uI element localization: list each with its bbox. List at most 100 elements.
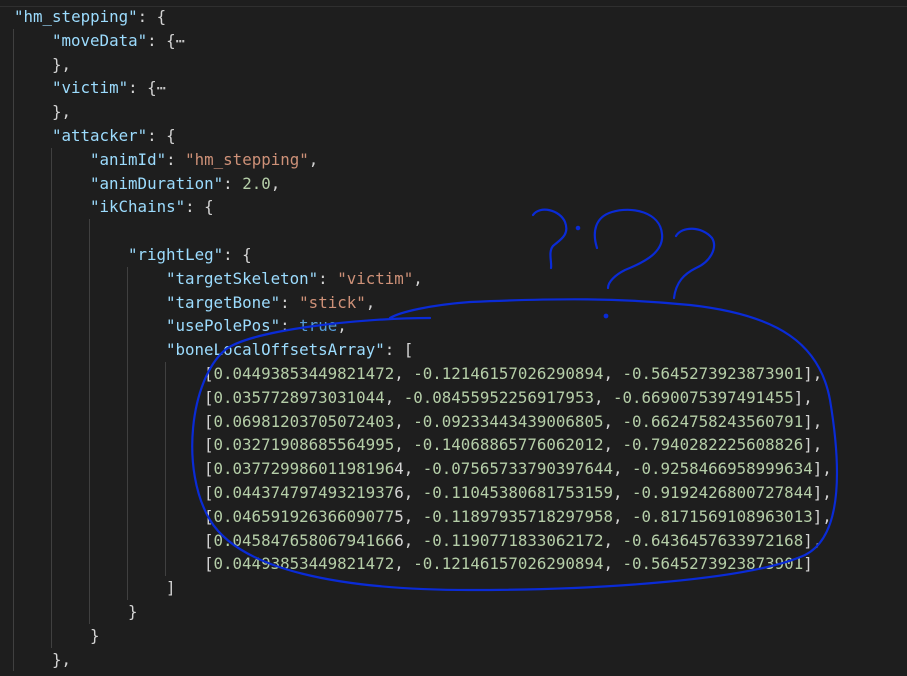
code-token: , (612, 506, 633, 526)
code-token: [ (204, 459, 214, 479)
code-token: : (280, 316, 300, 336)
code-line[interactable]: "attacker": { (0, 123, 907, 148)
code-line[interactable]: "moveData": {⋯ (0, 28, 907, 53)
code-line-content: [0.0357728973031044, -0.0845595225691795… (204, 386, 813, 410)
code-token: 0.06981203705072403 (213, 411, 395, 431)
indent-guide (13, 171, 14, 196)
code-line[interactable]: [0.037729986011981964, -0.07565733790397… (0, 457, 907, 481)
code-token: 0.04437479749321937 (213, 482, 395, 502)
code-token: : [ (384, 340, 414, 360)
code-token: "targetBone" (166, 292, 281, 312)
code-token: 6, (394, 482, 423, 502)
code-token: : { (147, 30, 176, 50)
code-line-content: [0.06981203705072403, -0.092334434390068… (204, 410, 822, 434)
code-token: } (128, 601, 138, 621)
code-line[interactable]: }, (0, 52, 907, 77)
indent-guide (51, 290, 52, 315)
indent-guide (51, 171, 52, 196)
indent-guide (51, 338, 52, 362)
code-token: "targetSkeleton" (166, 268, 319, 288)
code-line[interactable]: "targetSkeleton": "victim", (0, 266, 907, 291)
indent-guide (51, 480, 52, 505)
indent-guide (13, 599, 14, 624)
indent-guide (13, 195, 14, 220)
code-line[interactable]: [0.06981203705072403, -0.092334434390068… (0, 409, 907, 434)
indent-guide (51, 147, 52, 172)
code-line[interactable]: [0.044374797493219376, -0.11045380681753… (0, 480, 907, 505)
indent-guide (89, 219, 90, 243)
code-token: -0.11897935718297958 (422, 506, 613, 526)
code-token: } (90, 625, 100, 645)
indent-guide (89, 504, 90, 529)
indent-guide (13, 28, 14, 53)
code-line[interactable]: [0.04493853449821472, -0.121461570262908… (0, 361, 907, 386)
code-line[interactable]: "targetBone": "stick", (0, 290, 907, 315)
code-token: : (166, 149, 186, 169)
indent-guide (127, 504, 128, 529)
code-line[interactable]: [0.03271908685564995, -0.140688657760620… (0, 433, 907, 458)
code-line-content: }, (52, 53, 71, 77)
code-line-content: "targetSkeleton": "victim", (166, 267, 423, 291)
code-line[interactable] (0, 219, 907, 243)
code-line[interactable]: ] (0, 576, 907, 600)
code-token: [ (204, 530, 214, 550)
code-token: : { (137, 7, 167, 26)
code-token: 2.0 (242, 173, 271, 193)
code-line[interactable]: "animId": "hm_stepping", (0, 147, 907, 172)
code-token: [ (204, 387, 214, 407)
indent-guide (89, 480, 90, 505)
indent-guide (127, 409, 128, 434)
code-line-content: } (90, 624, 100, 648)
code-line[interactable]: [0.046591926366090775, -0.11897935718297… (0, 504, 907, 529)
code-line-content: "usePolePos": true, (166, 314, 347, 338)
code-line[interactable]: "rightLeg": { (0, 242, 907, 267)
code-token: , (394, 435, 414, 455)
code-token: [ (204, 363, 214, 383)
code-line[interactable]: "hm_stepping": { (0, 5, 907, 29)
code-token: , (384, 387, 404, 407)
code-token: -0.14068865776062012 (413, 435, 604, 455)
folded-ellipsis-icon[interactable]: ⋯ (157, 78, 167, 97)
indent-guide (51, 599, 52, 624)
code-token: 4, (394, 459, 423, 479)
code-line[interactable]: }, (0, 100, 907, 124)
code-editor[interactable]: "hm_stepping": {"moveData": {⋯}, "victim"… (0, 0, 907, 676)
code-token: , (394, 411, 414, 431)
code-line[interactable]: "victim": {⋯ (0, 76, 907, 101)
indent-guide (127, 338, 128, 362)
code-token: [ (204, 506, 214, 526)
code-line[interactable]: "boneLocalOffsetsArray": [ (0, 338, 907, 362)
code-line[interactable]: } (0, 623, 907, 648)
code-line[interactable]: [0.04493853449821472, -0.121461570262908… (0, 552, 907, 577)
code-token: : { (147, 125, 176, 145)
code-line[interactable]: [0.0357728973031044, -0.0845595225691795… (0, 385, 907, 410)
code-line[interactable]: [0.045847658067941666, -0.11907718330621… (0, 528, 907, 553)
code-line-content: "victim": {⋯ (52, 76, 166, 100)
indent-guide (51, 314, 52, 339)
code-token: "ikChains" (90, 197, 186, 217)
indent-guide (127, 385, 128, 410)
code-token: , (603, 363, 623, 383)
indent-guide (51, 457, 52, 481)
code-token: [ (204, 482, 214, 502)
code-token: -0.1190771833062172 (422, 530, 604, 550)
indent-guide (127, 480, 128, 505)
code-line[interactable]: }, (0, 647, 907, 672)
indent-guide (89, 409, 90, 434)
indent-guide (51, 361, 52, 386)
indent-guide (127, 552, 128, 577)
code-token: , (270, 173, 281, 193)
code-token: }, (52, 102, 72, 122)
code-token: [ (204, 435, 214, 455)
code-line[interactable]: "ikChains": { (0, 195, 907, 220)
code-line-content: "ikChains": { (90, 195, 214, 219)
code-token: , (337, 316, 347, 336)
code-line[interactable]: "usePolePos": true, (0, 314, 907, 339)
folded-ellipsis-icon[interactable]: ⋯ (176, 31, 186, 50)
code-line[interactable]: } (0, 599, 907, 624)
code-token: "victim" (52, 78, 129, 98)
indent-guide (127, 290, 128, 315)
code-line[interactable]: "animDuration": 2.0, (0, 171, 907, 196)
code-token: : { (128, 78, 157, 98)
indent-guide (165, 457, 166, 481)
